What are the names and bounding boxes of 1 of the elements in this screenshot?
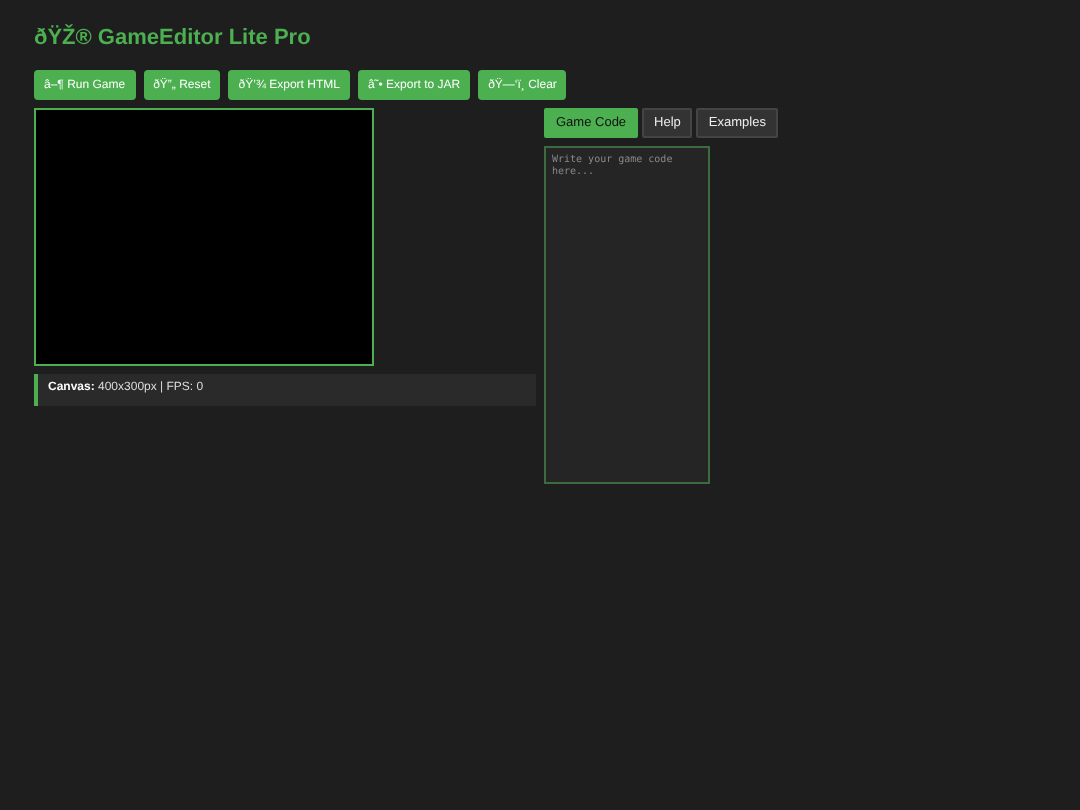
app-title: ðŸŽ® GameEditor Lite Pro — [34, 26, 313, 50]
